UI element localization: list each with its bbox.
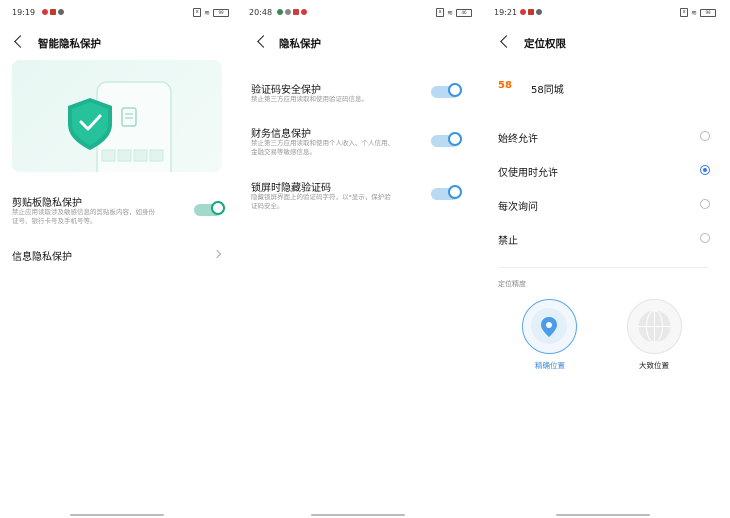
notification-icon <box>301 9 307 15</box>
item-title: 财务信息保护 <box>251 129 311 140</box>
radio-while-using[interactable] <box>700 165 710 175</box>
battery-icon: 99 <box>213 8 229 17</box>
wifi-icon: ≋ <box>204 8 210 17</box>
app-logo-text: 58 <box>498 80 512 91</box>
item-desc: 证码安全。 <box>251 202 284 210</box>
accuracy-section-label: 定位精度 <box>498 280 526 288</box>
status-bar: 19:19 x ≋ 99 <box>0 8 243 20</box>
notification-icon <box>58 9 64 15</box>
home-indicator[interactable] <box>556 514 650 516</box>
verification-code-toggle[interactable] <box>431 83 462 98</box>
back-arrow-icon[interactable] <box>257 35 270 48</box>
privacy-illustration <box>12 60 222 172</box>
wifi-icon: ≋ <box>691 8 697 17</box>
header: 智能隐私保护 <box>0 34 243 52</box>
notification-icons <box>42 9 64 15</box>
item-desc: 金融交易等敏感信息。 <box>251 148 316 156</box>
notification-icon <box>285 9 291 15</box>
back-arrow-icon[interactable] <box>500 35 513 48</box>
item-desc: 隐藏锁屏界面上的验证码字符，以*显示，保护验 <box>251 193 391 201</box>
toggle-knob <box>448 185 462 199</box>
precise-location-label: 精确位置 <box>535 361 565 370</box>
home-indicator[interactable] <box>70 514 164 516</box>
option-label: 仅使用时允许 <box>498 168 558 179</box>
chevron-right-icon <box>212 249 222 259</box>
screen-privacy-protection: 20:48 x ≋ 46 隐私保护 验证码安全保护 禁止第三方应用读取和使用验证… <box>243 0 486 518</box>
page-title: 隐私保护 <box>279 38 321 50</box>
clipboard-privacy-desc-1: 禁止应用读取涉及敏感信息的剪贴板内容，如身份 <box>12 208 155 216</box>
precise-location-circle[interactable] <box>522 299 577 354</box>
item-desc: 禁止第三方应用读取和使用个人收入、个人信用、 <box>251 139 394 147</box>
screen-location-permission: 19:21 x ≋ 99 定位权限 58 58同城 始终允许 仅使用时允许 每次… <box>486 0 730 518</box>
option-label: 每次询问 <box>498 202 538 213</box>
item-title: 验证码安全保护 <box>251 85 321 96</box>
toggle-knob <box>211 201 225 215</box>
radio-always[interactable] <box>700 131 710 141</box>
option-label: 禁止 <box>498 236 518 247</box>
sim-icon: x <box>193 8 202 17</box>
screen-smart-privacy: 19:19 x ≋ 99 智能隐私保护 剪贴板隐私保护 禁止应用读取涉及敏感信息… <box>0 0 243 518</box>
sim-icon: x <box>436 8 445 17</box>
clipboard-privacy-title: 剪贴板隐私保护 <box>12 198 82 209</box>
status-time: 20:48 <box>249 8 273 17</box>
approximate-location-label: 大致位置 <box>639 361 669 370</box>
divider <box>498 267 708 268</box>
app-name: 58同城 <box>531 85 564 96</box>
info-privacy-title: 信息隐私保护 <box>12 252 72 263</box>
approximate-location-circle[interactable] <box>627 299 682 354</box>
notification-icon <box>277 9 283 15</box>
header: 定位权限 <box>486 34 730 52</box>
notification-icons <box>520 9 542 15</box>
home-indicator[interactable] <box>311 514 405 516</box>
page-title: 智能隐私保护 <box>38 38 101 50</box>
page-title: 定位权限 <box>524 38 566 50</box>
status-bar: 19:21 x ≋ 99 <box>486 8 730 20</box>
globe-icon <box>638 310 671 343</box>
radio-deny[interactable] <box>700 233 710 243</box>
system-icons: x ≋ 99 <box>680 8 716 17</box>
battery-icon: 46 <box>456 8 472 17</box>
notification-icon <box>528 9 534 15</box>
sim-icon: x <box>680 8 689 17</box>
clipboard-privacy-desc-2: 证号、银行卡号及手机号等。 <box>12 217 97 225</box>
notification-icon <box>42 9 48 15</box>
clipboard-privacy-toggle[interactable] <box>194 201 225 216</box>
notification-icon <box>536 9 542 15</box>
option-label: 始终允许 <box>498 134 538 145</box>
notification-icons <box>277 9 307 15</box>
notification-icon <box>293 9 299 15</box>
toggle-knob <box>448 83 462 97</box>
header: 隐私保护 <box>243 34 486 52</box>
lockscreen-hide-code-toggle[interactable] <box>431 185 462 200</box>
back-arrow-icon[interactable] <box>14 35 27 48</box>
notification-icon <box>520 9 526 15</box>
battery-icon: 99 <box>700 8 716 17</box>
status-time: 19:19 <box>12 8 36 17</box>
item-desc: 禁止第三方应用读取和使用验证码信息。 <box>251 95 368 103</box>
status-bar: 20:48 x ≋ 46 <box>243 8 486 20</box>
radio-ask-every-time[interactable] <box>700 199 710 209</box>
financial-info-toggle[interactable] <box>431 132 462 147</box>
wifi-icon: ≋ <box>447 8 453 17</box>
system-icons: x ≋ 46 <box>436 8 472 17</box>
location-pin-icon <box>531 308 567 344</box>
system-icons: x ≋ 99 <box>193 8 229 17</box>
toggle-knob <box>448 132 462 146</box>
item-title: 锁屏时隐藏验证码 <box>251 183 331 194</box>
status-time: 19:21 <box>494 8 518 17</box>
notification-icon <box>50 9 56 15</box>
app-logo: 58 <box>498 80 512 91</box>
